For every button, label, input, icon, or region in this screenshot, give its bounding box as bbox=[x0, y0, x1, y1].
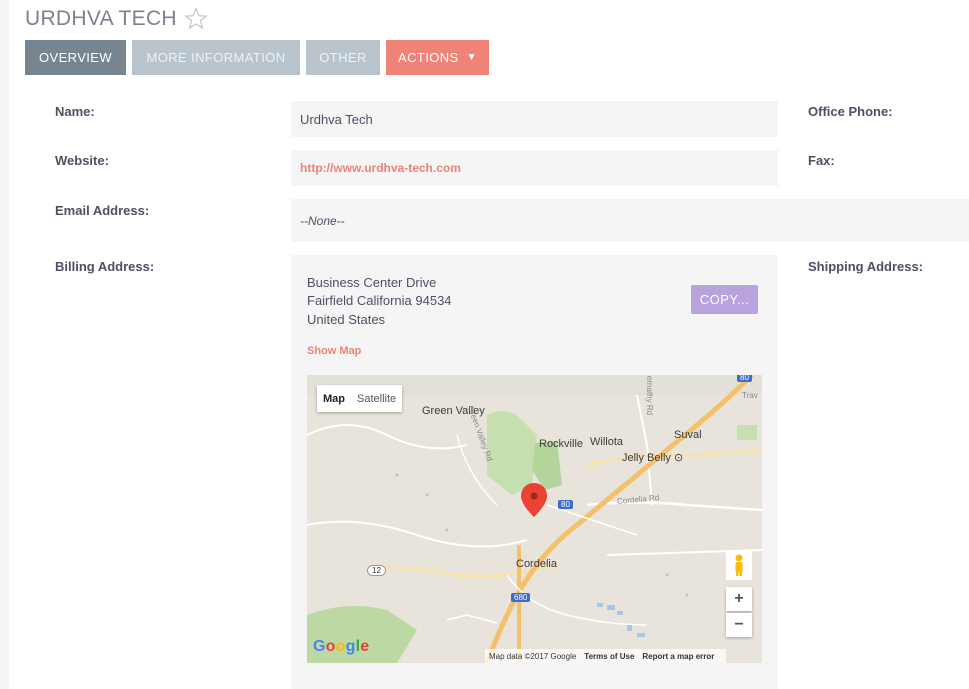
place-willota: Willota bbox=[590, 436, 624, 448]
address-street: Business Center Drive bbox=[307, 275, 437, 290]
map-type-map[interactable]: Map bbox=[317, 385, 351, 412]
fax-label: Fax: bbox=[808, 153, 835, 168]
office-phone-label: Office Phone: bbox=[808, 104, 893, 119]
map-type-control: Map Satellite bbox=[317, 385, 403, 412]
place-cordelia: Cordelia bbox=[516, 558, 557, 570]
email-label: Email Address: bbox=[55, 203, 150, 218]
report-map-error-link[interactable]: Report a map error bbox=[642, 652, 714, 661]
left-gutter bbox=[0, 0, 9, 689]
route-12-shield-icon: 12 bbox=[367, 565, 386, 576]
show-map-link[interactable]: Show Map bbox=[307, 345, 361, 357]
road-trav: Trav bbox=[742, 391, 758, 400]
terms-of-use-link[interactable]: Terms of Use bbox=[584, 652, 634, 661]
interstate-80-shield-icon: 80 bbox=[558, 500, 573, 509]
map-type-satellite[interactable]: Satellite bbox=[351, 385, 402, 412]
shipping-address-label: Shipping Address: bbox=[808, 259, 924, 274]
address-city: Fairfield California 94534 bbox=[307, 293, 452, 308]
actions-menu-button[interactable]: ACTIONS ▼ bbox=[386, 40, 489, 75]
website-link[interactable]: http://www.urdhva-tech.com bbox=[291, 150, 778, 186]
zoom-out-button[interactable]: − bbox=[726, 613, 752, 637]
place-suval: Suval bbox=[674, 429, 702, 441]
place-jelly-belly: Jelly Belly ⊙ bbox=[622, 452, 684, 464]
pegman-icon[interactable] bbox=[726, 550, 752, 580]
website-label: Website: bbox=[55, 153, 109, 168]
map-tiles bbox=[307, 375, 762, 663]
factory-icon: ⊙ bbox=[673, 452, 684, 464]
favorite-star-icon[interactable] bbox=[183, 6, 209, 32]
address-country: United States bbox=[307, 312, 386, 327]
place-rockville: Rockville bbox=[539, 438, 584, 450]
tab-overview[interactable]: OVERVIEW bbox=[25, 40, 126, 75]
copy-address-button[interactable]: COPY... bbox=[691, 285, 758, 314]
email-value: --None-- bbox=[291, 199, 969, 242]
billing-address-label: Billing Address: bbox=[55, 259, 155, 274]
interstate-80-top-shield-icon: 80 bbox=[737, 375, 752, 382]
name-label: Name: bbox=[55, 104, 95, 119]
google-map[interactable]: Map Satellite Green Valley Green Valley … bbox=[307, 375, 762, 663]
tab-other[interactable]: OTHER bbox=[306, 40, 380, 75]
interstate-680-shield-icon: 680 bbox=[511, 593, 531, 602]
map-data-text: Map data ©2017 Google bbox=[489, 651, 577, 661]
billing-address-box: Business Center Drive Fairfield Californ… bbox=[291, 255, 778, 689]
detail-tabs: OVERVIEW MORE INFORMATION OTHER ACTIONS ▼ bbox=[25, 40, 489, 75]
map-attribution: Map data ©2017 Google Terms of Use Repor… bbox=[485, 649, 727, 663]
page-title: URDHVA TECH bbox=[25, 6, 209, 32]
tab-more-information[interactable]: MORE INFORMATION bbox=[132, 40, 300, 75]
record-title: URDHVA TECH bbox=[25, 7, 177, 30]
google-logo: Google bbox=[313, 638, 370, 655]
caret-down-icon: ▼ bbox=[466, 52, 477, 63]
name-value: Urdhva Tech bbox=[291, 101, 778, 137]
road-abernathy-rd: ernathy Rd bbox=[645, 375, 655, 416]
zoom-in-button[interactable]: + bbox=[726, 587, 752, 611]
